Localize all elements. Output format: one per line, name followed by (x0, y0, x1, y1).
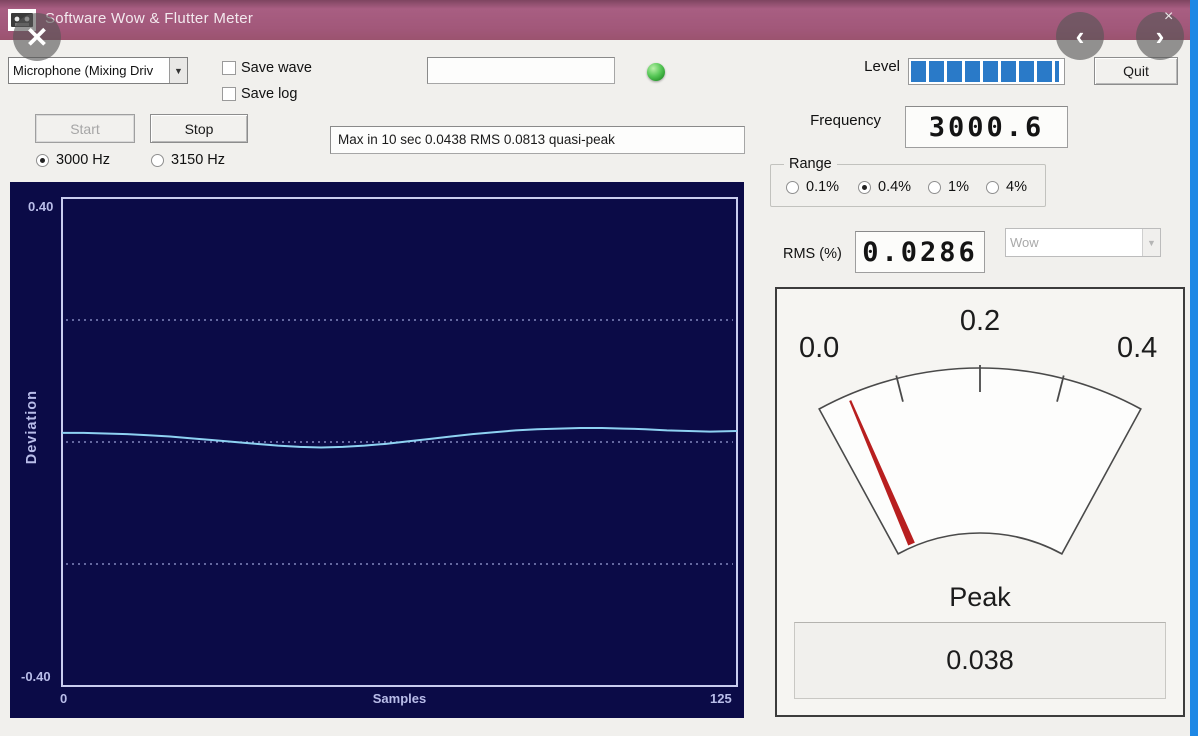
level-meter (908, 58, 1065, 85)
status-field[interactable]: Max in 10 sec 0.0438 RMS 0.0813 quasi-pe… (330, 126, 745, 154)
y-axis-max-label: 0.40 (28, 199, 54, 214)
rms-label: RMS (%) (783, 246, 842, 262)
chevron-left-icon: ‹ (1075, 20, 1085, 51)
filename-field[interactable] (427, 57, 615, 84)
deviation-chart: 0.40 -0.40 Deviation 0 Samples 125 (10, 182, 744, 718)
overlay-corner-close-button[interactable]: × (1164, 8, 1173, 26)
input-device-select[interactable]: Microphone (Mixing Driv ▼ (8, 57, 188, 84)
app-window: Software Wow & Flutter Meter ✕ ‹ › × Mic… (0, 0, 1198, 736)
level-label: Level (864, 58, 900, 75)
overlay-next-button[interactable]: › (1136, 12, 1184, 60)
led-indicator (647, 63, 665, 81)
frequency-display: 3000.6 (905, 106, 1068, 148)
wow-meter-gauge: 0.0 0.2 0.4 Peak 0.038 (775, 287, 1185, 717)
frequency-label: Frequency (810, 112, 881, 129)
close-icon: ✕ (25, 21, 49, 53)
mode-select-value: Wow (1010, 235, 1039, 250)
radio-3000hz[interactable]: 3000 Hz (36, 152, 110, 168)
close-icon: × (1164, 8, 1174, 25)
radio-range-0.4[interactable]: 0.4% (858, 179, 911, 195)
range-label: Range (784, 156, 837, 172)
peak-label: Peak (949, 582, 1011, 612)
stop-button[interactable]: Stop (150, 114, 248, 143)
mode-select[interactable]: Wow ▼ (1005, 228, 1161, 257)
save-log-label: Save log (241, 86, 298, 102)
overlay-close-button[interactable]: ✕ (13, 13, 61, 61)
start-button[interactable]: Start (35, 114, 135, 143)
radio-range-1[interactable]: 1% (928, 179, 969, 195)
y-axis-title: Deviation (24, 390, 40, 465)
chevron-down-icon: ▼ (169, 58, 187, 83)
chart-plot-area (61, 197, 738, 687)
input-device-value: Microphone (Mixing Driv (13, 63, 154, 78)
y-axis-min-label: -0.40 (21, 669, 51, 684)
quit-button[interactable]: Quit (1094, 57, 1178, 85)
peak-value-display: 0.038 (794, 622, 1166, 699)
x-axis-title: Samples (372, 691, 427, 706)
radio-range-0.1[interactable]: 0.1% (786, 179, 839, 195)
x-tick-125: 125 (710, 691, 732, 706)
title-bar: Software Wow & Flutter Meter (0, 0, 1190, 40)
radio-3150hz[interactable]: 3150 Hz (151, 152, 225, 168)
save-wave-label: Save wave (241, 60, 312, 76)
save-wave-checkbox[interactable] (222, 61, 236, 75)
radio-range-4[interactable]: 4% (986, 179, 1027, 195)
window-title: Software Wow & Flutter Meter (45, 10, 254, 27)
save-log-checkbox[interactable] (222, 87, 236, 101)
gauge-label-max: 0.4 (1117, 332, 1158, 364)
viewer-background-strip (1190, 0, 1198, 736)
overlay-prev-button[interactable]: ‹ (1056, 12, 1104, 60)
chevron-down-icon: ▼ (1142, 229, 1160, 256)
rms-display: 0.0286 (855, 231, 985, 273)
